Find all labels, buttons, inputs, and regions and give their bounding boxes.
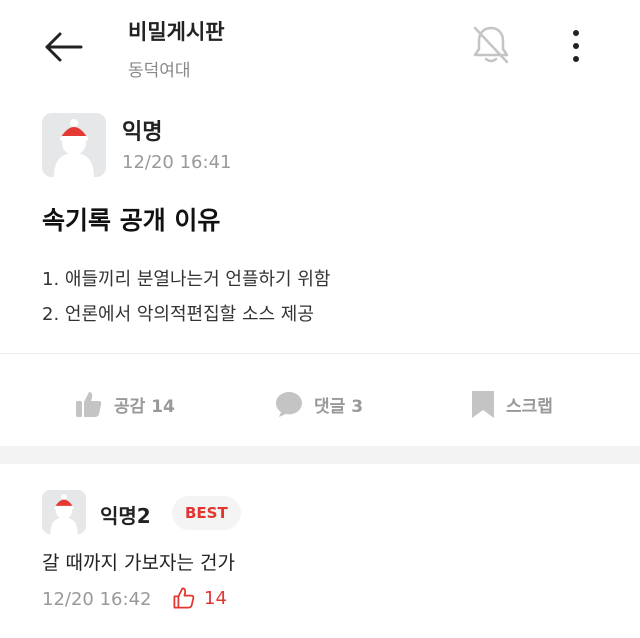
- thumbs-up-outline-icon: [173, 587, 195, 609]
- comment-button[interactable]: 댓글 3: [274, 384, 363, 424]
- arrow-left-icon: [45, 32, 83, 62]
- like-button[interactable]: 공감 14: [74, 384, 175, 424]
- post-timestamp: 12/20 16:41: [122, 152, 232, 173]
- post-author: 익명: [122, 120, 163, 145]
- speech-bubble-icon: [276, 392, 302, 417]
- comment-like-count: 14: [204, 587, 227, 609]
- bookmark-icon: [472, 391, 494, 418]
- scrap-label: 스크랩: [506, 396, 553, 417]
- post-body-line: 2. 언론에서 악의적편집할 소스 제공: [42, 304, 314, 325]
- post-body: 1. 애들끼리 분열나는거 언플하기 위함 2. 언론에서 악의적편집할 소스 …: [42, 262, 330, 332]
- comment-text: 갈 때까지 가보자는 건가: [42, 552, 235, 574]
- post-body-line: 1. 애들끼리 분열나는거 언플하기 위함: [42, 269, 331, 290]
- more-vertical-icon: [573, 30, 579, 62]
- divider: [0, 353, 640, 354]
- comment-timestamp: 12/20 16:42: [42, 589, 152, 610]
- thumbs-up-icon: [76, 392, 102, 417]
- back-button[interactable]: [38, 22, 88, 72]
- like-label: 공감 14: [114, 396, 175, 417]
- top-app-bar: 비밀게시판 동덕여대: [0, 0, 640, 92]
- comment-author: 익명2: [100, 504, 151, 528]
- bell-muted-icon: [473, 26, 509, 64]
- scrap-button[interactable]: 스크랩: [470, 384, 553, 424]
- best-badge: BEST: [172, 496, 241, 530]
- comment-like-button[interactable]: 14: [172, 586, 227, 610]
- section-divider: [0, 446, 640, 464]
- author-avatar: [42, 113, 106, 177]
- anonymous-avatar-icon: [42, 490, 86, 534]
- more-options-button[interactable]: [556, 22, 596, 70]
- board-subtitle: 동덕여대: [128, 61, 191, 81]
- anonymous-avatar-icon: [42, 113, 106, 177]
- board-title: 비밀게시판: [128, 20, 225, 44]
- post-title: 속기록 공개 이유: [42, 206, 221, 235]
- comment-label: 댓글 3: [314, 396, 364, 417]
- notification-toggle-button[interactable]: [466, 20, 516, 68]
- comment-author-avatar: [42, 490, 86, 534]
